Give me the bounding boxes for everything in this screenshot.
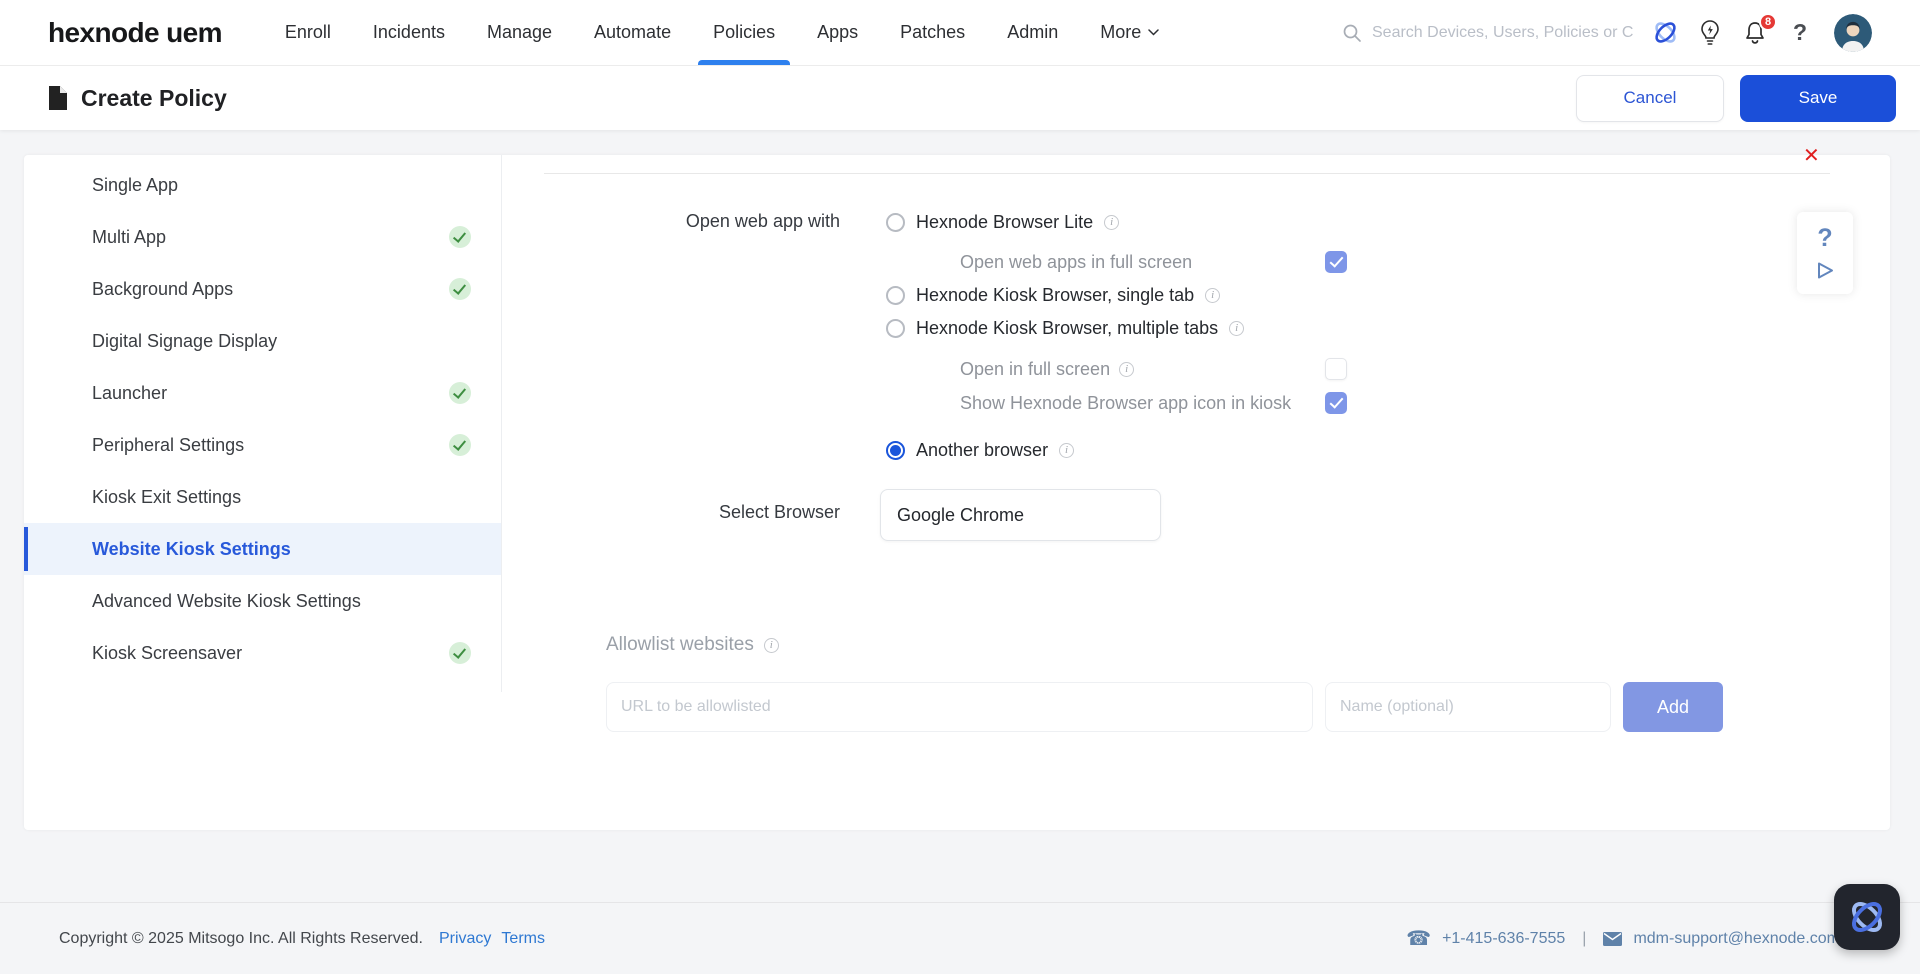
search-icon [1342,23,1362,43]
completed-check-icon [449,642,471,664]
terms-link[interactable]: Terms [501,930,545,948]
sidebar-item-launcher[interactable]: Launcher [24,367,501,419]
section-divider [544,173,1830,174]
support-email-link[interactable]: mdm-support@hexnode.com [1633,930,1840,948]
hexnode-genie-icon[interactable] [1651,19,1679,47]
nav-item-admin[interactable]: Admin [986,0,1079,65]
sidebar-item-single-app[interactable]: Single App [24,159,501,211]
copyright-text: Copyright © 2025 Mitsogo Inc. All Rights… [59,930,423,948]
footer-contact: ☎ +1-415-636-7555 | mdm-support@hexnode.… [1406,929,1840,949]
policy-card: Single App Multi App Background Apps Dig… [24,155,1890,830]
info-icon[interactable]: i [1104,215,1119,230]
sidebar-item-advanced-website-kiosk-settings[interactable]: Advanced Website Kiosk Settings [24,575,501,627]
website-kiosk-settings-panel: ✕ ? Open web app with Hexnode Browser Li… [503,155,1890,830]
show-browser-app-icon-label: Show Hexnode Browser app icon in kiosk [960,392,1291,414]
info-icon[interactable]: i [1229,321,1244,336]
select-browser-label: Select Browser [503,502,840,523]
radio-another-browser[interactable]: Another browser i [886,438,1074,462]
radio-icon [886,286,905,305]
browser-select[interactable]: Google Chrome [880,489,1161,541]
open-web-app-with-label: Open web app with [503,211,840,232]
nav-item-enroll[interactable]: Enroll [264,0,352,65]
radio-icon [886,213,905,232]
nav-item-manage[interactable]: Manage [466,0,573,65]
remove-section-icon[interactable]: ✕ [1803,143,1820,168]
topnav-right-cluster: 8 ? [1342,14,1872,52]
page-footer: Copyright © 2025 Mitsogo Inc. All Rights… [0,902,1920,974]
top-navigation-bar: hexnode uem Enroll Incidents Manage Auto… [0,0,1920,66]
footer-separator: | [1582,930,1586,948]
save-button[interactable]: Save [1740,75,1896,122]
privacy-link[interactable]: Privacy [439,930,491,948]
section-help-icon[interactable]: ? [1817,226,1832,251]
sidebar-item-kiosk-exit-settings[interactable]: Kiosk Exit Settings [24,471,501,523]
create-policy-header: Create Policy Cancel Save [0,66,1920,130]
page-title: Create Policy [81,85,227,112]
email-icon [1603,932,1622,946]
notification-badge: 8 [1759,13,1777,31]
chevron-down-icon [1148,29,1159,36]
allowlist-name-input[interactable] [1325,682,1611,732]
radio-icon-selected [886,441,905,460]
open-in-full-screen-label: Open in full screen i [960,358,1134,380]
tips-lightbulb-icon[interactable] [1696,19,1724,47]
radio-icon [886,319,905,338]
sidebar-item-background-apps[interactable]: Background Apps [24,263,501,315]
info-icon[interactable]: i [1059,443,1074,458]
search-input[interactable] [1372,24,1634,42]
sidebar-item-multi-app[interactable]: Multi App [24,211,501,263]
hexnode-chat-widget[interactable] [1834,884,1900,950]
play-tour-icon[interactable] [1816,261,1835,280]
open-web-apps-full-screen-label: Open web apps in full screen [960,251,1192,273]
cancel-button[interactable]: Cancel [1576,75,1724,122]
nav-item-policies[interactable]: Policies [692,0,796,65]
info-icon[interactable]: i [764,638,779,653]
info-icon[interactable]: i [1119,362,1134,377]
completed-check-icon [449,434,471,456]
completed-check-icon [449,226,471,248]
open-web-apps-full-screen-checkbox[interactable] [1325,251,1347,273]
sidebar-item-website-kiosk-settings[interactable]: Website Kiosk Settings [24,523,501,575]
completed-check-icon [449,382,471,404]
nav-item-automate[interactable]: Automate [573,0,692,65]
sidebar-item-digital-signage-display[interactable]: Digital Signage Display [24,315,501,367]
notifications-bell-icon[interactable]: 8 [1741,19,1769,47]
nav-item-apps[interactable]: Apps [796,0,879,65]
hexnode-uem-logo[interactable]: hexnode uem [48,17,222,49]
show-browser-app-icon-checkbox[interactable] [1325,392,1347,414]
user-avatar[interactable] [1834,14,1872,52]
allowlist-websites-title: Allowlist websites i [606,634,779,656]
help-icon[interactable]: ? [1786,19,1814,47]
allowlist-url-input[interactable] [606,682,1313,732]
support-phone-link[interactable]: +1-415-636-7555 [1442,930,1565,948]
document-icon [48,86,67,110]
radio-hexnode-kiosk-browser-multiple-tabs[interactable]: Hexnode Kiosk Browser, multiple tabs i [886,316,1244,340]
main-nav: Enroll Incidents Manage Automate Policie… [264,0,1180,65]
header-actions: Cancel Save [1576,75,1896,122]
info-icon[interactable]: i [1205,288,1220,303]
add-url-button[interactable]: Add [1623,682,1723,732]
radio-hexnode-browser-lite[interactable]: Hexnode Browser Lite i [886,210,1119,234]
completed-check-icon [449,278,471,300]
nav-item-patches[interactable]: Patches [879,0,986,65]
open-in-full-screen-checkbox[interactable] [1325,358,1347,380]
nav-item-incidents[interactable]: Incidents [352,0,466,65]
nav-item-more[interactable]: More [1079,0,1180,65]
radio-hexnode-kiosk-browser-single-tab[interactable]: Hexnode Kiosk Browser, single tab i [886,283,1220,307]
phone-icon: ☎ [1406,929,1431,949]
global-search [1342,23,1634,43]
sidebar-item-peripheral-settings[interactable]: Peripheral Settings [24,419,501,471]
sidebar-item-kiosk-screensaver[interactable]: Kiosk Screensaver [24,627,501,679]
floating-help-widget: ? [1797,212,1853,294]
policy-sections-sidebar: Single App Multi App Background Apps Dig… [24,155,502,692]
